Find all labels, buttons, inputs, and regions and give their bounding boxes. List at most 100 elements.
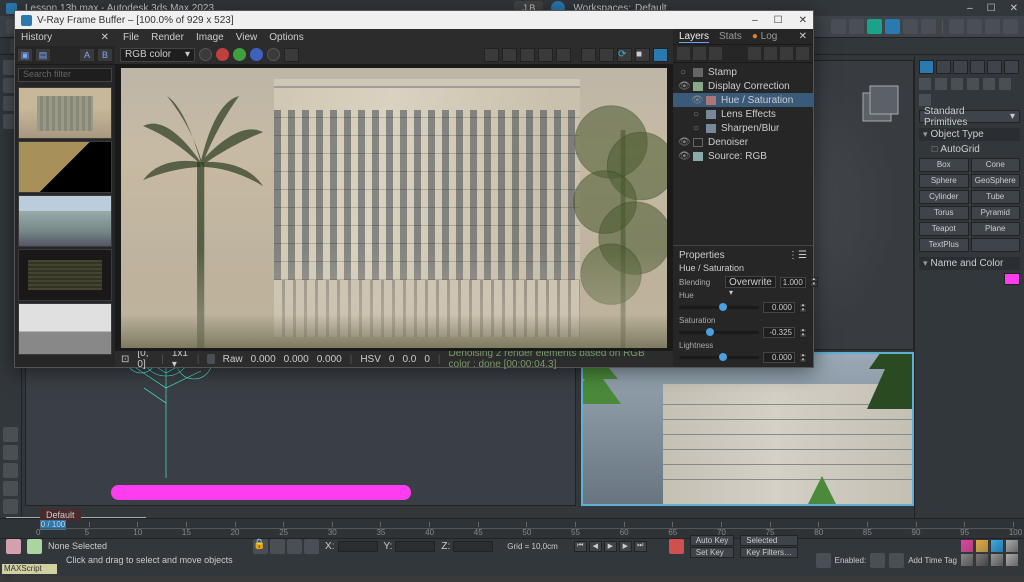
primitive-pyramid[interactable]: Pyramid: [971, 206, 1021, 220]
layer-menu-icon[interactable]: [796, 47, 809, 60]
light-icon[interactable]: [951, 78, 963, 90]
goto-start-button[interactable]: ⏮: [574, 541, 587, 552]
render-setup-icon[interactable]: [867, 19, 882, 34]
primitive-textplus[interactable]: TextPlus: [919, 238, 969, 252]
track-icon[interactable]: [599, 48, 614, 62]
primitive-torus[interactable]: Torus: [919, 206, 969, 220]
stop-icon[interactable]: ■: [635, 48, 650, 62]
vfb-tool-icon[interactable]: [538, 48, 553, 62]
maxscript-listener[interactable]: MAXScript Mi…: [2, 564, 57, 574]
primitive-geosphere[interactable]: GeoSphere: [971, 174, 1021, 188]
max-button[interactable]: ☐: [987, 3, 996, 14]
category-dropdown[interactable]: Standard Primitives▾: [919, 110, 1020, 123]
toolbar-icon[interactable]: [921, 19, 936, 34]
color-swatch[interactable]: [1004, 273, 1020, 285]
timeline[interactable]: Default 0 / 100 051015202530354045505560…: [0, 518, 1024, 538]
history-thumb[interactable]: [18, 303, 112, 355]
history-ab-icon[interactable]: B: [98, 49, 112, 61]
menu-view[interactable]: View: [236, 32, 258, 43]
primitive-cone[interactable]: Cone: [971, 158, 1021, 172]
blending-dropdown[interactable]: Overwrite ▾: [725, 276, 776, 288]
modify-tab[interactable]: [936, 60, 951, 74]
sidebar-icon[interactable]: [3, 445, 18, 460]
play-button[interactable]: ▶: [604, 541, 617, 552]
sidebar-icon[interactable]: [3, 499, 18, 514]
vfb-titlebar[interactable]: V-Ray Frame Buffer – [100.0% of 929 x 52…: [15, 11, 813, 29]
render-icon[interactable]: [885, 19, 900, 34]
refresh-icon[interactable]: ⟳: [617, 48, 632, 62]
primitive-plane[interactable]: Plane: [971, 222, 1021, 236]
props-menu-icon[interactable]: ⋮☰: [788, 250, 807, 261]
layer-denoiser[interactable]: 👁Denoiser: [673, 135, 813, 149]
visibility-icon[interactable]: 👁: [691, 95, 701, 106]
zoom-icon[interactable]: ⊡: [121, 354, 129, 365]
timetag-icon[interactable]: [889, 553, 904, 568]
layer-reset-icon[interactable]: [780, 47, 793, 60]
menu-file[interactable]: File: [123, 32, 139, 43]
visibility-icon[interactable]: ○: [691, 109, 701, 120]
system-icon[interactable]: [919, 94, 931, 106]
menu-render[interactable]: Render: [151, 32, 184, 43]
nav-icon[interactable]: [991, 540, 1003, 552]
history-thumb[interactable]: [18, 141, 112, 193]
status-icon[interactable]: [304, 539, 319, 554]
history-thumb[interactable]: [18, 249, 112, 301]
isolate-icon[interactable]: [816, 553, 831, 568]
x-field[interactable]: [338, 541, 378, 552]
sidebar-icon[interactable]: [3, 481, 18, 496]
toolbar-icon[interactable]: [1003, 19, 1018, 34]
layer-save-icon[interactable]: [748, 47, 761, 60]
primitive-teapot[interactable]: Teapot: [919, 222, 969, 236]
nav-icon[interactable]: [1006, 540, 1018, 552]
z-field[interactable]: [453, 541, 493, 552]
blending-amount[interactable]: 1.000: [780, 277, 806, 288]
layer-folder-icon[interactable]: [693, 47, 706, 60]
visibility-icon[interactable]: 👁: [678, 151, 688, 162]
lightness-slider[interactable]: [679, 356, 759, 359]
shape-icon[interactable]: [935, 78, 947, 90]
toolbar-icon[interactable]: [985, 19, 1000, 34]
section-object-type[interactable]: Object Type: [919, 128, 1020, 141]
blue-toggle[interactable]: [250, 48, 263, 61]
vfb-min-button[interactable]: –: [752, 15, 758, 26]
alpha-toggle[interactable]: [267, 48, 280, 61]
layer-lens-effects[interactable]: ○Lens Effects: [673, 107, 813, 121]
history-search[interactable]: Search filter: [18, 68, 112, 82]
utilities-tab[interactable]: [1004, 60, 1019, 74]
vfb-max-button[interactable]: ☐: [774, 15, 783, 26]
autogrid-checkbox[interactable]: ☐ AutoGrid: [931, 144, 1020, 155]
layer-source-rgb[interactable]: 👁Source: RGB: [673, 149, 813, 163]
status-icon[interactable]: [287, 539, 302, 554]
autokey-button[interactable]: Auto Key: [690, 535, 734, 546]
viewport-shaded[interactable]: [581, 352, 914, 506]
layer-open-icon[interactable]: [764, 47, 777, 60]
history-ab-icon[interactable]: A: [80, 49, 94, 61]
visibility-icon[interactable]: 👁: [678, 81, 688, 92]
helper-icon[interactable]: [983, 78, 995, 90]
close-icon[interactable]: ✕: [799, 31, 807, 42]
hue-value[interactable]: 0.000: [763, 302, 795, 313]
vfb-tool-icon[interactable]: [484, 48, 499, 62]
lock-icon[interactable]: 🔒: [253, 539, 268, 554]
create-tab[interactable]: [919, 60, 934, 74]
history-load-icon[interactable]: ▤: [36, 49, 50, 61]
nav-icon[interactable]: [961, 540, 973, 552]
space-icon[interactable]: [999, 78, 1011, 90]
nav-icon[interactable]: [976, 540, 988, 552]
history-thumb[interactable]: [18, 87, 112, 139]
close-icon[interactable]: ✕: [101, 32, 109, 43]
pink-icon[interactable]: [6, 539, 21, 554]
history-thumb[interactable]: [18, 195, 112, 247]
saturation-value[interactable]: -0.325: [763, 327, 795, 338]
nav-icon[interactable]: [991, 554, 1003, 566]
tab-stats[interactable]: Stats: [719, 31, 742, 42]
toolbar-icon[interactable]: [831, 19, 846, 34]
visibility-icon[interactable]: ○: [691, 123, 701, 134]
nav-icon[interactable]: [976, 554, 988, 566]
red-toggle[interactable]: [216, 48, 229, 61]
keyfilters-button[interactable]: Key Filters…: [740, 547, 798, 558]
green-toggle[interactable]: [233, 48, 246, 61]
setkey-button[interactable]: Set Key: [690, 547, 734, 558]
hue-slider[interactable]: [679, 306, 759, 309]
vfb-tool-icon[interactable]: [520, 48, 535, 62]
